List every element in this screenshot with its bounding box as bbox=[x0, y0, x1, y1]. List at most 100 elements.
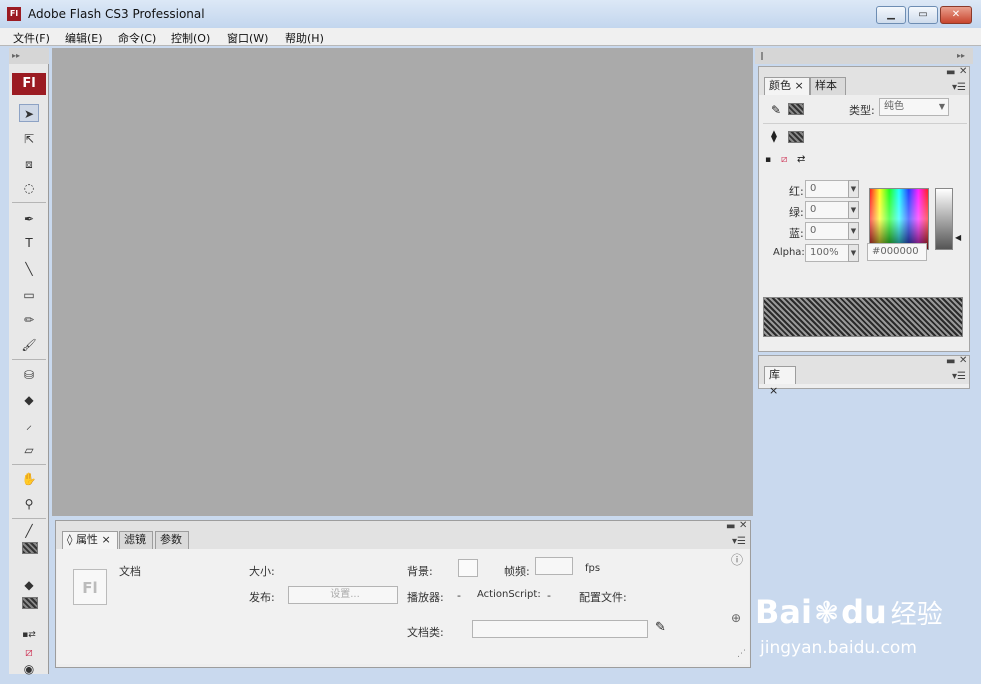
alpha-input[interactable]: 100% bbox=[805, 244, 849, 262]
maximize-icon: ▭ bbox=[918, 9, 928, 20]
red-input[interactable]: 0 bbox=[805, 180, 849, 198]
background-label: 背景: bbox=[407, 565, 433, 578]
resize-grip-icon[interactable]: ⋰ bbox=[737, 649, 746, 659]
fill-color-swatch[interactable] bbox=[22, 597, 38, 609]
diamond-icon: ◊ bbox=[67, 533, 73, 546]
tool-separator bbox=[12, 518, 46, 519]
free-transform-tool-icon[interactable]: ⧈ bbox=[19, 155, 39, 173]
expand-icon[interactable]: ⊕ bbox=[731, 611, 741, 625]
paw-icon: ❃ bbox=[813, 596, 840, 631]
tab-close-icon[interactable]: × bbox=[101, 533, 110, 546]
tab-close-icon[interactable]: × bbox=[795, 79, 804, 92]
lasso-tool-icon[interactable]: ◌ bbox=[19, 179, 39, 197]
panel-minimize-icon[interactable]: ▬ bbox=[946, 356, 955, 367]
document-class-input[interactable] bbox=[472, 620, 648, 638]
panel-close-icon[interactable]: ✕ bbox=[959, 66, 967, 77]
stroke-color-swatch[interactable] bbox=[22, 542, 38, 554]
menu-file[interactable]: 文件(F) bbox=[13, 30, 50, 46]
subselection-tool-icon[interactable]: ⇱ bbox=[19, 130, 39, 148]
title-bar[interactable]: Fl Adobe Flash CS3 Professional ▁ ▭ ✕ bbox=[0, 0, 981, 28]
watermark-url: jingyan.baidu.com bbox=[760, 638, 917, 658]
line-tool-icon[interactable]: ╲ bbox=[19, 260, 39, 278]
menu-control[interactable]: 控制(O) bbox=[171, 30, 210, 46]
color-spectrum[interactable] bbox=[869, 188, 929, 250]
zoom-tool-icon[interactable]: ⚲ bbox=[19, 495, 39, 513]
alpha-spinner[interactable]: ▼ bbox=[848, 244, 859, 262]
hand-tool-icon[interactable]: ✋ bbox=[19, 470, 39, 488]
tab-filters[interactable]: 滤镜 bbox=[119, 531, 153, 549]
eraser-tool-icon[interactable]: ▱ bbox=[19, 441, 39, 459]
panel-minimize-icon[interactable]: ▬ bbox=[946, 67, 955, 78]
tab-properties[interactable]: ◊ 属性 × bbox=[62, 531, 118, 549]
tab-library[interactable]: 库 × bbox=[764, 366, 796, 397]
pen-tool-icon[interactable]: ✒ bbox=[19, 210, 39, 228]
hex-input[interactable]: #000000 bbox=[867, 243, 927, 261]
right-frame bbox=[974, 48, 981, 675]
baidu-watermark: Bai❃du 经验 bbox=[755, 593, 943, 631]
close-button[interactable]: ✕ bbox=[940, 6, 972, 24]
panel-close-icon[interactable]: ✕ bbox=[739, 520, 747, 531]
default-colors-icon[interactable]: ▪⇄ bbox=[19, 626, 39, 644]
right-panels-strip[interactable]: ‖ ▸▸ bbox=[755, 48, 973, 64]
pencil-tool-icon[interactable]: ✏ bbox=[19, 311, 39, 329]
menu-window[interactable]: 窗口(W) bbox=[227, 30, 268, 46]
rectangle-tool-icon[interactable]: ▭ bbox=[19, 286, 39, 304]
library-panel: ▬ ✕ 库 × ▾☰ bbox=[758, 355, 970, 397]
panel-menu-icon[interactable]: ▾☰ bbox=[732, 536, 746, 547]
tool-separator bbox=[12, 464, 46, 465]
tab-close-icon[interactable]: × bbox=[769, 384, 778, 397]
red-spinner[interactable]: ▼ bbox=[848, 180, 859, 198]
text-tool-icon[interactable]: T bbox=[19, 234, 39, 252]
brightness-slider-icon[interactable]: ◀ bbox=[955, 233, 961, 242]
framerate-label: 帧频: bbox=[504, 565, 530, 578]
tab-color[interactable]: 颜色 × bbox=[764, 77, 810, 95]
panel-minimize-icon[interactable]: ▬ bbox=[726, 521, 735, 532]
paint-bucket-tool-icon[interactable]: ◆ bbox=[19, 391, 39, 409]
library-panel-header: ▬ ✕ 库 × ▾☰ bbox=[759, 355, 969, 397]
panel-stroke-swatch[interactable] bbox=[788, 103, 804, 115]
stroke-color-icon[interactable]: ╱ bbox=[19, 522, 39, 540]
blue-input[interactable]: 0 bbox=[805, 222, 849, 240]
document-label: 文档 bbox=[119, 565, 141, 578]
panel-menu-icon[interactable]: ▾☰ bbox=[952, 82, 966, 93]
brush-tool-icon[interactable]: 🖌 bbox=[19, 336, 39, 354]
maximize-button[interactable]: ▭ bbox=[908, 6, 938, 24]
panel-close-icon[interactable]: ✕ bbox=[959, 355, 967, 366]
swap-colors-icon[interactable]: ⇄ bbox=[797, 154, 805, 165]
fps-label: fps bbox=[585, 563, 601, 574]
tools-collapse-strip[interactable]: ▸▸ bbox=[9, 48, 49, 64]
stage-area[interactable] bbox=[52, 48, 753, 516]
black-white-icon[interactable]: ▪ bbox=[765, 155, 771, 165]
green-spinner[interactable]: ▼ bbox=[848, 201, 859, 219]
tab-swatches[interactable]: 样本 bbox=[810, 77, 846, 95]
no-color-icon[interactable]: ⧄ bbox=[19, 643, 39, 661]
menu-help[interactable]: 帮助(H) bbox=[285, 30, 324, 46]
profile-label: 配置文件: bbox=[579, 591, 627, 604]
tab-parameters[interactable]: 参数 bbox=[155, 531, 189, 549]
tool-separator bbox=[12, 359, 46, 360]
menu-edit[interactable]: 编辑(E) bbox=[65, 30, 103, 46]
settings-button[interactable]: 设置... bbox=[288, 586, 398, 604]
minimize-button[interactable]: ▁ bbox=[876, 6, 906, 24]
blue-spinner[interactable]: ▼ bbox=[848, 222, 859, 240]
alpha-label: Alpha: bbox=[773, 247, 805, 258]
panel-menu-icon[interactable]: ▾☰ bbox=[952, 371, 966, 382]
panel-fill-swatch[interactable] bbox=[788, 131, 804, 143]
background-color-swatch[interactable] bbox=[458, 559, 478, 577]
fill-color-icon[interactable]: ◆ bbox=[19, 576, 39, 594]
eyedropper-tool-icon[interactable]: ⸝ bbox=[19, 416, 39, 434]
selection-tool-icon[interactable]: ➤ bbox=[19, 104, 39, 122]
menu-commands[interactable]: 命令(C) bbox=[118, 30, 156, 46]
actionscript-value: - bbox=[547, 589, 551, 602]
tools-panel: ▸▸ Fl ➤ ⇱ ⧈ ◌ ✒ T ╲ ▭ ✏ 🖌 ⛁ ◆ ⸝ ▱ ✋ ⚲ ╱ … bbox=[9, 48, 49, 676]
framerate-input[interactable] bbox=[535, 557, 573, 575]
ink-bottle-tool-icon[interactable]: ⛁ bbox=[19, 366, 39, 384]
no-color-icon[interactable]: ⧄ bbox=[781, 154, 787, 165]
brightness-bar[interactable] bbox=[935, 188, 953, 250]
green-input[interactable]: 0 bbox=[805, 201, 849, 219]
collapse-panels-icon[interactable]: ▸▸ bbox=[957, 48, 965, 64]
type-select[interactable]: 纯色 ▼ bbox=[879, 98, 949, 116]
edit-pencil-icon[interactable]: ✎ bbox=[655, 620, 666, 635]
help-icon[interactable]: ⓘ bbox=[731, 551, 743, 568]
color-preview bbox=[763, 297, 963, 337]
